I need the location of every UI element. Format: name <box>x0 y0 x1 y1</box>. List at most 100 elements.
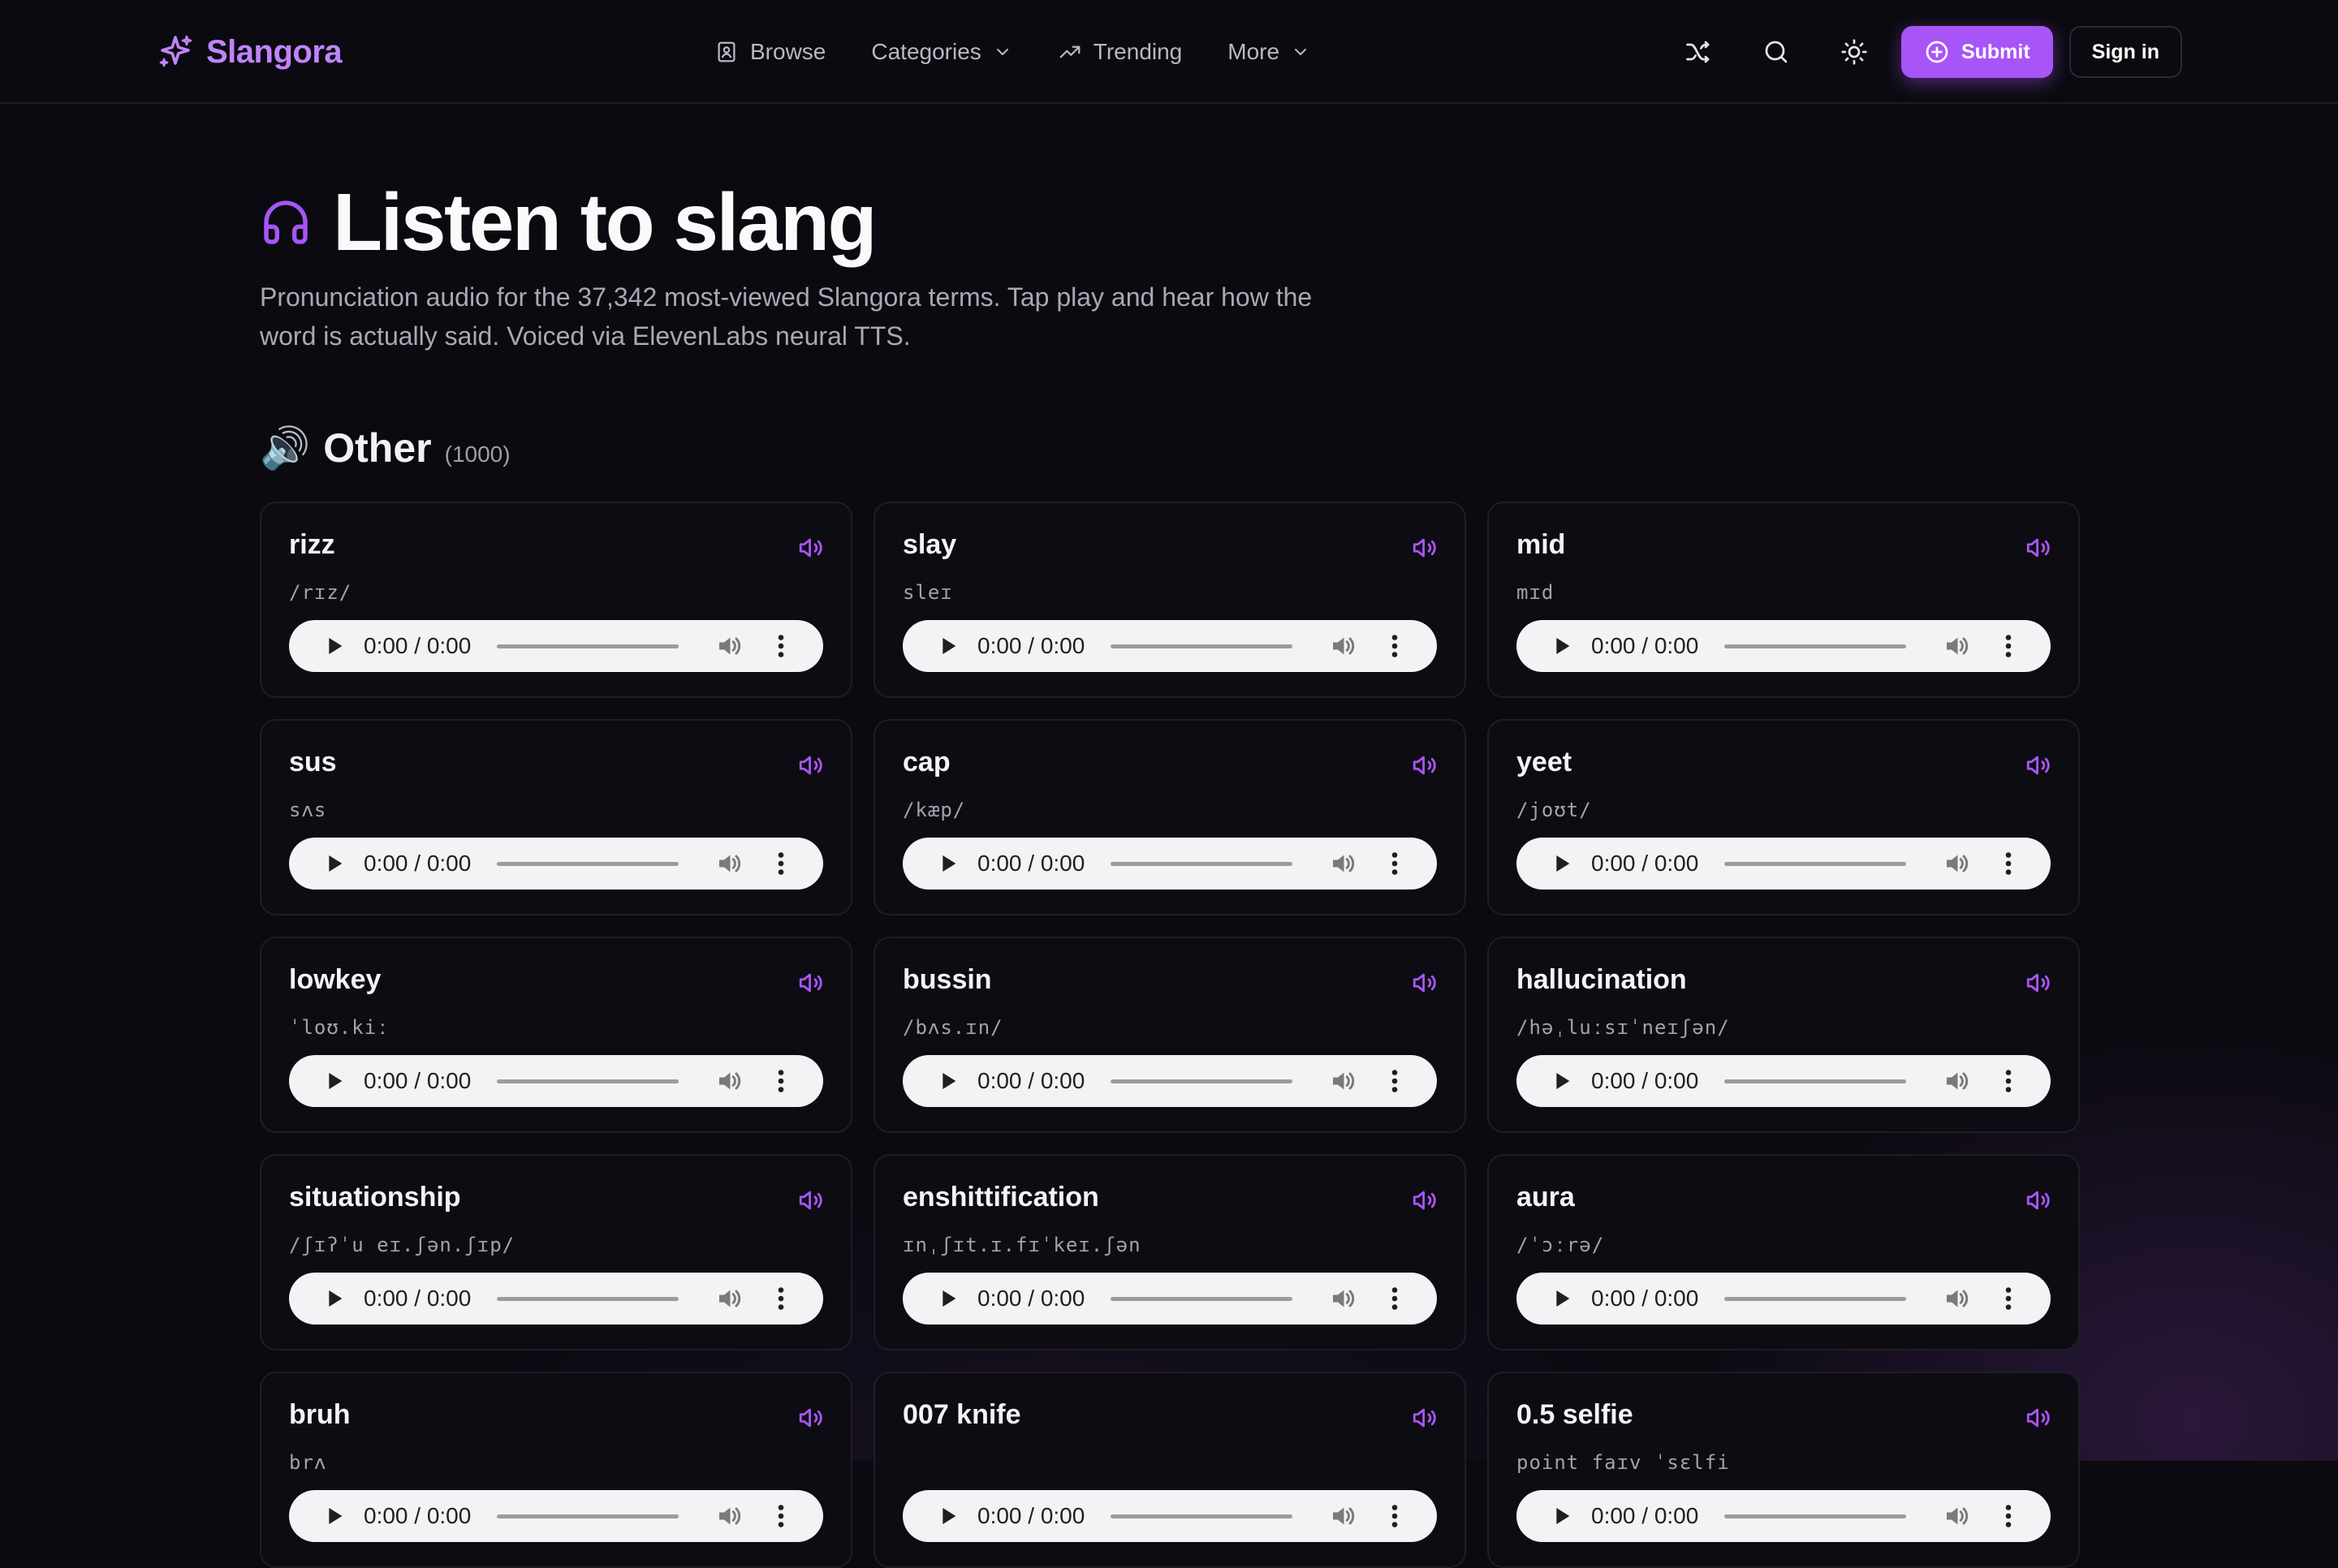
search-button[interactable] <box>1745 26 1807 78</box>
more-options-icon[interactable] <box>1380 849 1409 878</box>
nav-categories-dropdown[interactable]: Categories <box>871 39 1012 65</box>
volume-icon[interactable] <box>714 849 744 878</box>
nav-trending[interactable]: Trending <box>1058 39 1182 65</box>
speaker-icon[interactable] <box>1411 752 1439 779</box>
play-icon[interactable] <box>1549 851 1575 877</box>
play-icon[interactable] <box>321 851 347 877</box>
term-name[interactable]: aura <box>1516 1182 1575 1213</box>
term-name[interactable]: situationship <box>289 1182 461 1213</box>
volume-icon[interactable] <box>1328 1501 1357 1531</box>
term-name[interactable]: slay <box>903 529 956 561</box>
speaker-icon[interactable] <box>1411 969 1439 997</box>
play-icon[interactable] <box>321 1286 347 1312</box>
audio-progress-track[interactable] <box>1111 1296 1293 1301</box>
play-icon[interactable] <box>1549 1286 1575 1312</box>
volume-icon[interactable] <box>1942 849 1971 878</box>
term-name[interactable]: lowkey <box>289 964 381 996</box>
more-options-icon[interactable] <box>1994 1066 2023 1096</box>
volume-icon[interactable] <box>714 1066 744 1096</box>
term-name[interactable]: bruh <box>289 1399 351 1431</box>
play-icon[interactable] <box>321 633 347 659</box>
speaker-icon[interactable] <box>2025 1404 2052 1432</box>
audio-player[interactable]: 0:00 / 0:00 <box>1516 620 2051 672</box>
volume-icon[interactable] <box>714 1284 744 1313</box>
audio-progress-track[interactable] <box>1724 1079 1907 1083</box>
more-options-icon[interactable] <box>1994 1284 2023 1313</box>
speaker-icon[interactable] <box>1411 534 1439 562</box>
term-name[interactable]: bussin <box>903 964 992 996</box>
random-button[interactable] <box>1667 26 1729 78</box>
speaker-icon[interactable] <box>797 534 825 562</box>
play-icon[interactable] <box>321 1503 347 1529</box>
more-options-icon[interactable] <box>1380 1501 1409 1531</box>
audio-player[interactable]: 0:00 / 0:00 <box>903 1490 1437 1542</box>
more-options-icon[interactable] <box>1380 1284 1409 1313</box>
audio-player[interactable]: 0:00 / 0:00 <box>1516 838 2051 890</box>
speaker-icon[interactable] <box>2025 534 2052 562</box>
audio-player[interactable]: 0:00 / 0:00 <box>903 620 1437 672</box>
volume-icon[interactable] <box>1942 1501 1971 1531</box>
volume-icon[interactable] <box>1328 849 1357 878</box>
term-name[interactable]: hallucination <box>1516 964 1687 996</box>
term-name[interactable]: 007 knife <box>903 1399 1021 1431</box>
play-icon[interactable] <box>935 633 961 659</box>
term-name[interactable]: rizz <box>289 529 335 561</box>
term-name[interactable]: sus <box>289 747 337 778</box>
more-options-icon[interactable] <box>1994 631 2023 661</box>
audio-player[interactable]: 0:00 / 0:00 <box>289 1490 823 1542</box>
audio-progress-track[interactable] <box>1111 1514 1293 1518</box>
sign-in-button[interactable]: Sign in <box>2068 26 2182 78</box>
audio-player[interactable]: 0:00 / 0:00 <box>289 1273 823 1325</box>
volume-icon[interactable] <box>714 631 744 661</box>
volume-icon[interactable] <box>1328 631 1357 661</box>
more-options-icon[interactable] <box>1380 631 1409 661</box>
audio-progress-track[interactable] <box>1111 1079 1293 1083</box>
volume-icon[interactable] <box>1328 1284 1357 1313</box>
more-options-icon[interactable] <box>1994 1501 2023 1531</box>
play-icon[interactable] <box>1549 1068 1575 1094</box>
play-icon[interactable] <box>321 1068 347 1094</box>
audio-progress-track[interactable] <box>1111 644 1293 648</box>
theme-toggle-button[interactable] <box>1823 26 1885 78</box>
play-icon[interactable] <box>935 851 961 877</box>
play-icon[interactable] <box>1549 633 1575 659</box>
volume-icon[interactable] <box>1942 1066 1971 1096</box>
speaker-icon[interactable] <box>797 752 825 779</box>
term-name[interactable]: cap <box>903 747 951 778</box>
audio-player[interactable]: 0:00 / 0:00 <box>903 838 1437 890</box>
speaker-icon[interactable] <box>1411 1187 1439 1214</box>
more-options-icon[interactable] <box>1994 849 2023 878</box>
audio-progress-track[interactable] <box>497 1079 679 1083</box>
brand-logo-link[interactable]: Slangora <box>156 29 343 75</box>
speaker-icon[interactable] <box>797 1404 825 1432</box>
audio-progress-track[interactable] <box>497 644 679 648</box>
audio-player[interactable]: 0:00 / 0:00 <box>1516 1490 2051 1542</box>
more-options-icon[interactable] <box>766 1501 796 1531</box>
audio-player[interactable]: 0:00 / 0:00 <box>903 1273 1437 1325</box>
nav-more-dropdown[interactable]: More <box>1227 39 1310 65</box>
speaker-icon[interactable] <box>2025 752 2052 779</box>
audio-progress-track[interactable] <box>1111 861 1293 866</box>
term-name[interactable]: 0.5 selfie <box>1516 1399 1633 1431</box>
play-icon[interactable] <box>935 1068 961 1094</box>
play-icon[interactable] <box>935 1503 961 1529</box>
volume-icon[interactable] <box>1942 1284 1971 1313</box>
audio-progress-track[interactable] <box>1724 1296 1907 1301</box>
audio-progress-track[interactable] <box>1724 644 1907 648</box>
speaker-icon[interactable] <box>797 969 825 997</box>
audio-player[interactable]: 0:00 / 0:00 <box>1516 1055 2051 1107</box>
speaker-icon[interactable] <box>2025 1187 2052 1214</box>
audio-player[interactable]: 0:00 / 0:00 <box>289 838 823 890</box>
audio-progress-track[interactable] <box>497 1296 679 1301</box>
audio-player[interactable]: 0:00 / 0:00 <box>289 1055 823 1107</box>
more-options-icon[interactable] <box>766 631 796 661</box>
audio-progress-track[interactable] <box>1724 861 1907 866</box>
speaker-icon[interactable] <box>797 1187 825 1214</box>
audio-player[interactable]: 0:00 / 0:00 <box>289 620 823 672</box>
speaker-icon[interactable] <box>2025 969 2052 997</box>
more-options-icon[interactable] <box>766 1066 796 1096</box>
more-options-icon[interactable] <box>766 849 796 878</box>
term-name[interactable]: yeet <box>1516 747 1572 778</box>
audio-progress-track[interactable] <box>497 861 679 866</box>
audio-player[interactable]: 0:00 / 0:00 <box>1516 1273 2051 1325</box>
